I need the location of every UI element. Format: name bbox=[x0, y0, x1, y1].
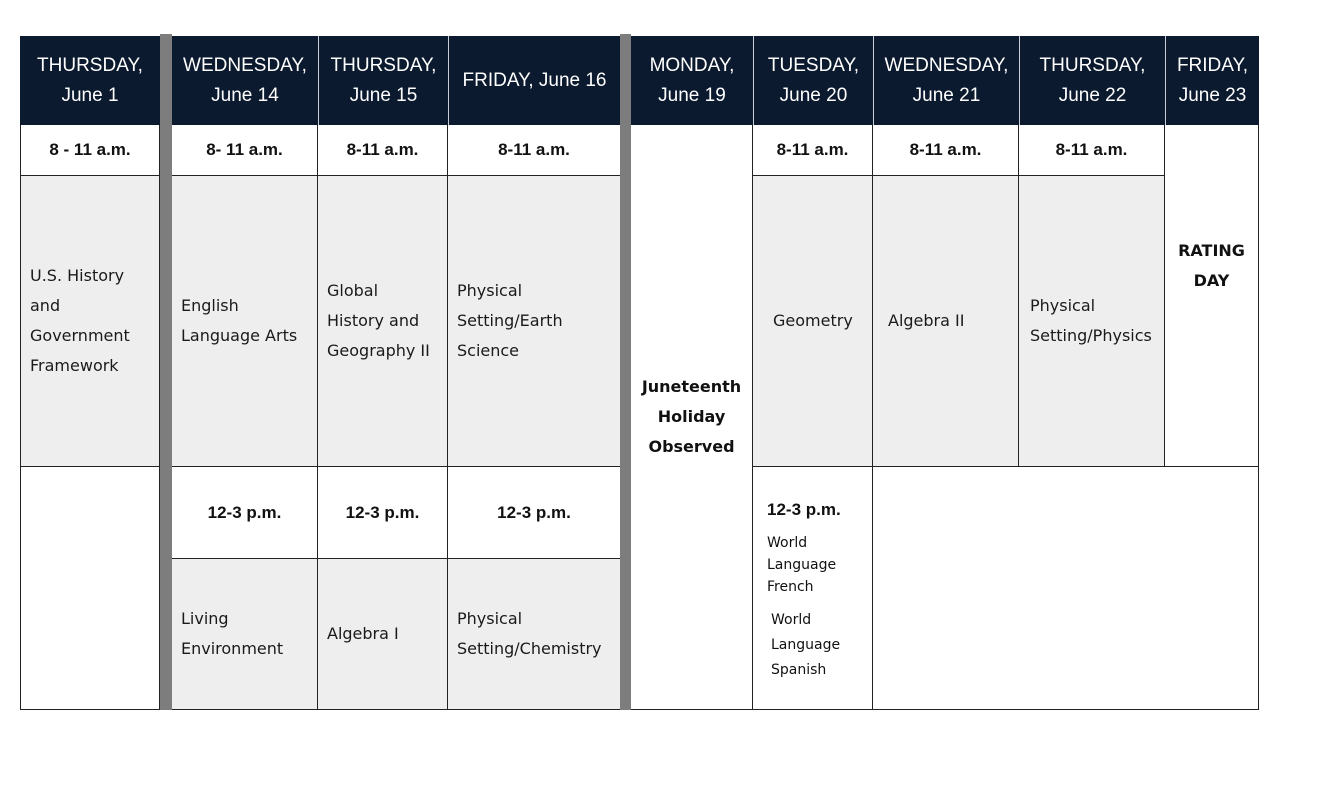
time-june-15-afternoon: 12-3 p.m. bbox=[318, 467, 448, 559]
exam-global-history-geography: Global History and Geography II bbox=[318, 176, 448, 467]
header-monday-june-19: MONDAY, June 19 bbox=[631, 36, 753, 125]
time-june-20-afternoon: 12-3 p.m. bbox=[767, 500, 841, 519]
time-june-15-morning: 8-11 a.m. bbox=[318, 125, 448, 176]
time-june-1-morning: 8 - 11 a.m. bbox=[21, 125, 160, 176]
exam-geometry: Geometry bbox=[753, 176, 873, 467]
rating-day-cell: RATING DAY bbox=[1165, 125, 1259, 467]
juneteenth-holiday-cell: Juneteenth Holiday Observed bbox=[631, 125, 753, 710]
time-june-20-morning: 8-11 a.m. bbox=[753, 125, 873, 176]
exam-algebra-ii: Algebra II bbox=[873, 176, 1019, 467]
time-june-22-morning: 8-11 a.m. bbox=[1019, 125, 1165, 176]
header-thursday-june-15: THURSDAY, June 15 bbox=[318, 36, 448, 125]
header-friday-june-16: FRIDAY, June 16 bbox=[448, 36, 620, 125]
header-tuesday-june-20: TUESDAY, June 20 bbox=[753, 36, 873, 125]
exam-chemistry: Physical Setting/Chemistry bbox=[448, 559, 620, 710]
header-wednesday-june-14: WEDNESDAY, June 14 bbox=[172, 36, 318, 125]
time-june-16-morning: 8-11 a.m. bbox=[448, 125, 620, 176]
time-june-21-morning: 8-11 a.m. bbox=[873, 125, 1019, 176]
header-thursday-june-1: THURSDAY, June 1 bbox=[20, 36, 160, 125]
exam-us-history-government: U.S. History and Government Framework bbox=[21, 176, 160, 467]
time-june-16-afternoon: 12-3 p.m. bbox=[448, 467, 620, 559]
header-thursday-june-22: THURSDAY, June 22 bbox=[1019, 36, 1165, 125]
header-wednesday-june-21: WEDNESDAY, June 21 bbox=[873, 36, 1019, 125]
empty-cell-june-1-afternoon bbox=[21, 467, 160, 710]
time-june-14-afternoon: 12-3 p.m. bbox=[172, 467, 318, 559]
empty-cell-june-21-23-afternoon bbox=[873, 467, 1259, 710]
header-friday-june-23: FRIDAY, June 23 bbox=[1165, 36, 1259, 125]
exam-world-language-french: World Language French bbox=[767, 535, 837, 595]
exam-algebra-i: Algebra I bbox=[318, 559, 448, 710]
exam-world-language-spanish: World Language Spanish bbox=[771, 612, 841, 678]
separator-bar-left bbox=[160, 34, 172, 710]
june-20-afternoon-cell: 12-3 p.m. World Language French World La… bbox=[753, 467, 873, 710]
exam-english-language-arts: English Language Arts bbox=[172, 176, 318, 467]
time-june-14-morning: 8- 11 a.m. bbox=[172, 125, 318, 176]
exam-living-environment: Living Environment bbox=[172, 559, 318, 710]
exam-physics: Physical Setting/Physics bbox=[1019, 176, 1165, 467]
exam-earth-science: Physical Setting/Earth Science bbox=[448, 176, 620, 467]
separator-bar-right bbox=[620, 34, 631, 710]
